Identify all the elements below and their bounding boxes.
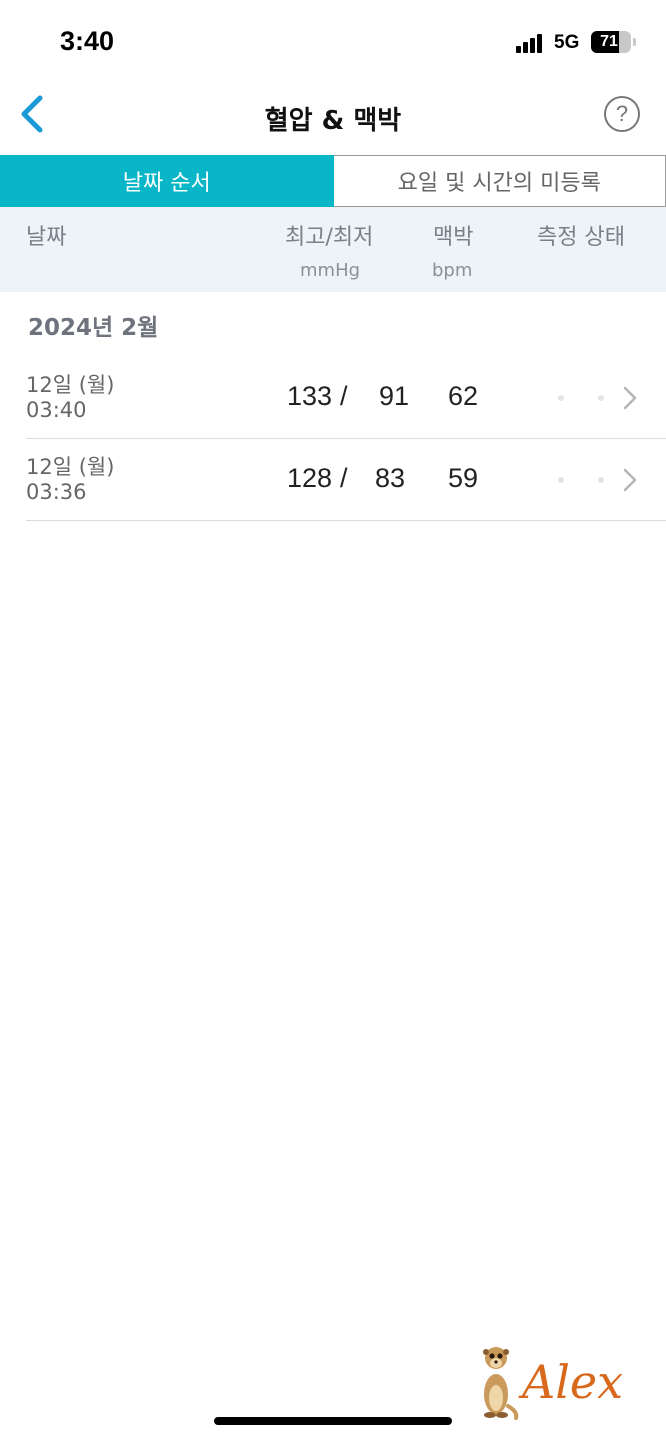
home-indicator	[214, 1417, 452, 1425]
row-systolic: 133	[287, 381, 333, 411]
status-dot	[558, 477, 564, 483]
page-title: 혈압 & 맥박	[264, 106, 402, 136]
sort-segmented-control: 날짜 순서 요일 및 시간의 미등록	[0, 155, 666, 207]
header-pulse: 맥박	[433, 225, 474, 250]
watermark: Alex	[472, 1336, 623, 1420]
row-divider	[26, 520, 666, 521]
tab-date-order[interactable]: 날짜 순서	[0, 155, 334, 207]
month-label: 2024년 2월	[28, 315, 159, 341]
question-circle-icon: ?	[615, 101, 629, 126]
header-status: 측정 상태	[537, 225, 625, 250]
row-systolic: 128	[287, 463, 333, 493]
tab-unregistered-time[interactable]: 요일 및 시간의 미등록	[333, 155, 666, 207]
watermark-text: Alex	[518, 1355, 622, 1409]
battery-icon: 71	[591, 31, 631, 53]
network-type: 5G	[554, 32, 580, 53]
row-diastolic: 91	[379, 381, 410, 411]
battery-percent: 71	[600, 33, 618, 50]
row-day: 12일 (월)	[26, 373, 115, 397]
row-slash: /	[340, 381, 348, 411]
row-time: 03:36	[26, 480, 87, 504]
row-time: 03:40	[26, 398, 87, 422]
battery-tip	[633, 38, 636, 46]
header-sys-dia: 최고/최저	[285, 225, 374, 250]
row-day: 12일 (월)	[26, 455, 115, 479]
header-pulse-unit: bpm	[432, 260, 473, 281]
row-slash: /	[340, 463, 348, 493]
chevron-right-icon	[623, 386, 637, 410]
status-dot	[598, 477, 604, 483]
status-dot	[598, 395, 604, 401]
chevron-right-icon	[623, 468, 637, 492]
table-header: 날짜 최고/최저 mmHg 맥박 bpm 측정 상태	[0, 207, 666, 292]
row-pulse: 62	[448, 381, 479, 411]
status-time: 3:40	[60, 26, 115, 56]
status-dot	[558, 395, 564, 401]
signal-strength-icon	[516, 33, 546, 53]
help-button[interactable]: ?	[604, 96, 640, 132]
meerkat-icon: Alex	[483, 1347, 623, 1420]
header-sys-dia-unit: mmHg	[300, 260, 361, 281]
header-date: 날짜	[26, 225, 67, 250]
table-row[interactable]: 12일 (월) 03:36 128 / 83 59	[0, 439, 666, 521]
row-diastolic: 83	[375, 463, 406, 493]
status-bar: 3:40 5G 71	[0, 0, 666, 80]
row-pulse: 59	[448, 463, 479, 493]
table-row[interactable]: 12일 (월) 03:40 133 / 91 62	[0, 357, 666, 439]
